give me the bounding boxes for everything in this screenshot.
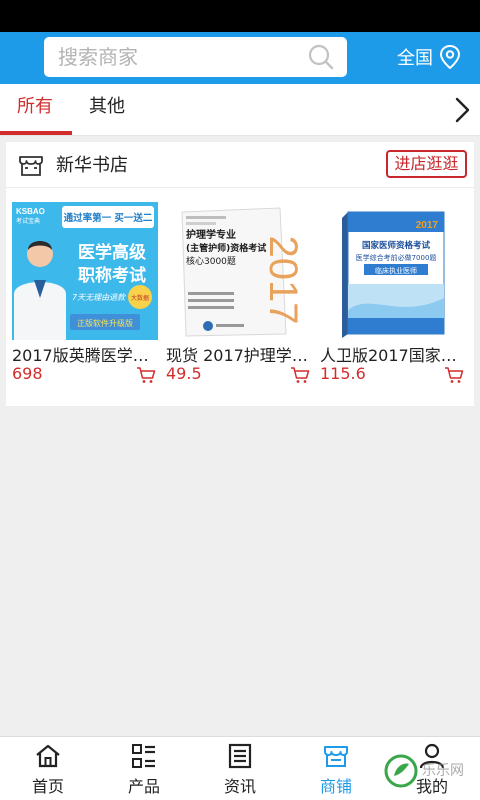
cover-brand-sub: 考试宝典 (16, 217, 40, 225)
visit-shop-button[interactable]: 进店逛逛 (386, 150, 467, 178)
cover-year: 2017 (416, 220, 439, 231)
nav-shops[interactable]: 商铺 (288, 737, 384, 800)
product-price: 698 (12, 364, 43, 383)
cover-title-2: 医学综合考前必做7000题 (356, 253, 437, 262)
shop-header: 新华书店 进店逛逛 (6, 142, 474, 188)
product-title[interactable]: 2017版英腾医学高级职称考试 (12, 342, 158, 366)
search-icon[interactable] (307, 43, 335, 71)
product-title[interactable]: 人卫版2017国家医师资格考试医学综合考前必做7000题 (320, 342, 466, 366)
status-bar (0, 0, 480, 32)
news-icon (228, 743, 252, 769)
tab-other[interactable]: 其他 (89, 84, 125, 136)
cover-title-2: (主管护师)资格考试 (186, 242, 266, 254)
location-pin-icon (439, 44, 461, 70)
nav-home-label: 首页 (31, 777, 64, 796)
category-tabs: 所有 其他 (0, 84, 480, 136)
nav-products[interactable]: 产品 (96, 737, 192, 800)
cover-title-1: 护理学专业 (186, 228, 236, 241)
nav-shops-label: 商铺 (319, 777, 352, 796)
watermark-logo-icon (384, 754, 418, 788)
region-label: 全国 (397, 48, 433, 69)
watermark: 乐乐网 (384, 752, 476, 796)
cover-title-1: 国家医师资格考试 (362, 240, 431, 251)
add-to-cart-icon[interactable] (136, 366, 156, 384)
cover-badge: 大数据 (131, 294, 149, 302)
nav-news-label: 资讯 (223, 777, 256, 796)
product-thumbnail[interactable]: 护理学专业 (主管护师)资格考试 核心3000题 2017 (166, 202, 312, 340)
chevron-right-icon[interactable] (452, 96, 472, 124)
product-thumbnail[interactable]: 2017 国家医师资格考试 医学综合考前必做7000题 临床执业医师 (320, 202, 466, 340)
region-selector[interactable]: 全国 (397, 42, 463, 72)
product-price: 49.5 (166, 364, 202, 383)
search-input[interactable] (58, 37, 298, 77)
cover-brand: KSBAO (16, 207, 45, 216)
shop-card: 新华书店 进店逛逛 KSBAO 考试宝典 通过率第一 买一送二 医学高级 职称考… (6, 142, 474, 406)
cover-headline-2: 职称考试 (78, 265, 146, 286)
add-to-cart-icon[interactable] (290, 366, 310, 384)
search-box[interactable] (44, 37, 347, 77)
cover-promo: 7天无理由退款 (72, 293, 126, 302)
cover-banner: 通过率第一 买一送二 (64, 212, 153, 224)
watermark-text: 乐乐网 (422, 763, 464, 779)
store-icon (19, 156, 43, 176)
tab-all[interactable]: 所有 (17, 84, 53, 136)
nav-news[interactable]: 资讯 (192, 737, 288, 800)
product-price: 115.6 (320, 364, 366, 383)
nav-home[interactable]: 首页 (0, 737, 96, 800)
nav-products-label: 产品 (127, 777, 160, 796)
active-tab-indicator (0, 131, 72, 135)
product-title[interactable]: 现货 2017护理学专业(主管护师)资格考试核心3000题 (166, 342, 312, 366)
add-to-cart-icon[interactable] (444, 366, 464, 384)
cover-title-3: 核心3000题 (186, 255, 236, 267)
cover-headline-1: 医学高级 (78, 242, 146, 263)
cover-strip: 临床执业医师 (375, 266, 417, 275)
cover-footer: 正版软件升级版 (77, 318, 133, 328)
grid-list-icon (132, 744, 155, 768)
product-thumbnail[interactable]: KSBAO 考试宝典 通过率第一 买一送二 医学高级 职称考试 7天无理由退款 … (12, 202, 158, 340)
home-icon (36, 744, 60, 768)
top-bar: 全国 (0, 32, 480, 84)
cover-year: 2017 (261, 236, 305, 325)
shop-name[interactable]: 新华书店 (56, 151, 128, 177)
store-icon (324, 746, 348, 767)
